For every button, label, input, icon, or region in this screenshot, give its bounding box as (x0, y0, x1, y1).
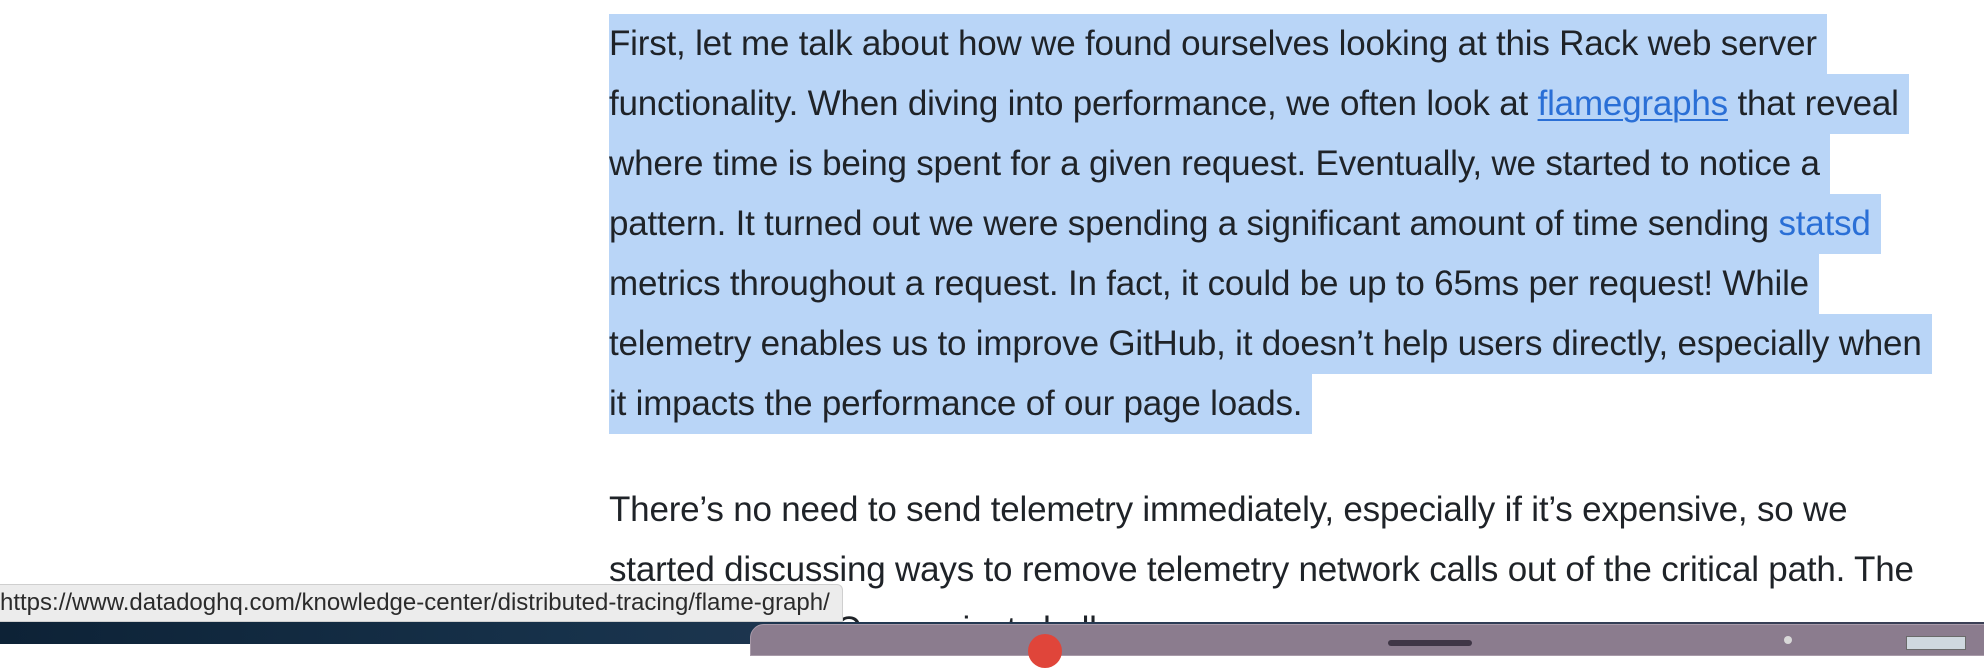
text-segment: that reveal (1727, 84, 1899, 123)
text-line: First, let me talk about how we found ou… (609, 14, 1827, 74)
text-line: it impacts the performance of our page l… (609, 374, 1313, 434)
text-line: functionality. When diving into performa… (609, 74, 1909, 134)
text-line: There’s no need to send telemetry immedi… (609, 490, 1848, 529)
dock-indicator-dot (1784, 636, 1792, 644)
flamegraphs-link[interactable]: flamegraphs (1538, 84, 1729, 123)
text-line: telemetry enables us to improve GitHub, … (609, 314, 1932, 374)
dock (750, 624, 1984, 656)
link-preview-status-bar: https://www.datadoghq.com/knowledge-cent… (0, 584, 843, 622)
dock-app-icon[interactable] (1388, 640, 1472, 646)
text-line: where time is being spent for a given re… (609, 134, 1830, 194)
text-segment: functionality. When diving into performa… (609, 84, 1538, 123)
statsd-link[interactable]: statsd (1778, 204, 1870, 243)
text-line: metrics throughout a request. In fact, i… (609, 254, 1819, 314)
dock-app-icon[interactable] (1906, 636, 1966, 650)
text-segment: pattern. It turned out we were spending … (609, 204, 1779, 243)
dock-app-icon[interactable] (1028, 634, 1062, 668)
article-paragraph-selected: First, let me talk about how we found ou… (609, 14, 1984, 434)
text-line: pattern. It turned out we were spending … (609, 194, 1881, 254)
